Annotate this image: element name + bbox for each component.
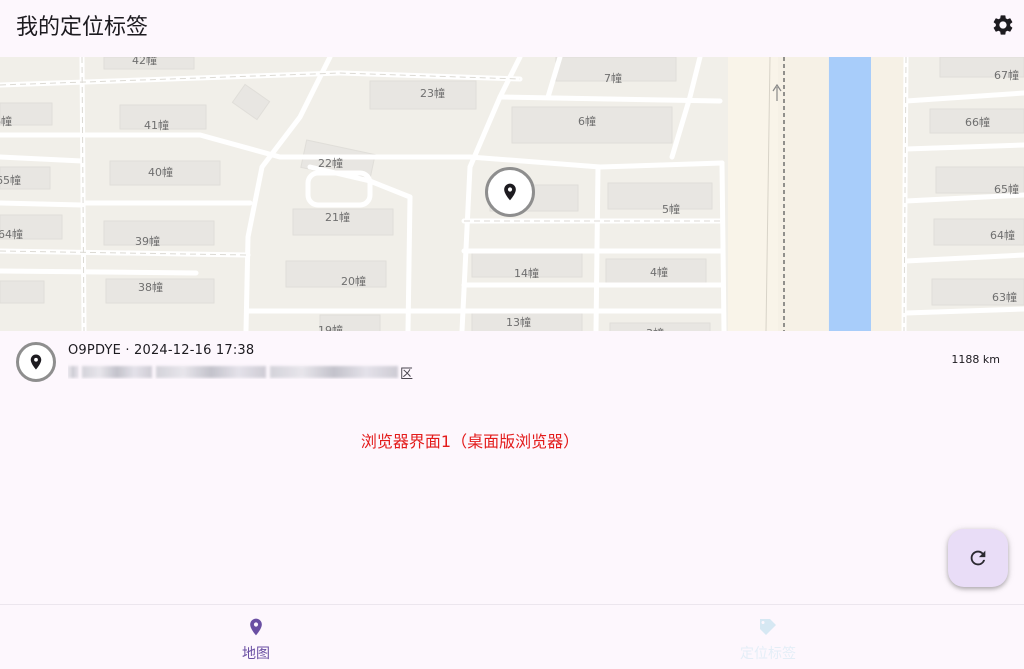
refresh-button[interactable] bbox=[948, 529, 1008, 587]
map-label: 21幢 bbox=[325, 211, 350, 224]
map-label: 3幢 bbox=[646, 325, 664, 331]
map-label: 4幢 bbox=[650, 266, 668, 279]
nav-label: 定位标签 bbox=[740, 646, 796, 662]
map-label: 22幢 bbox=[318, 157, 343, 170]
nav-label: 地图 bbox=[242, 646, 270, 662]
map-label: 39幢 bbox=[135, 235, 160, 248]
map-label: 5幢 bbox=[662, 203, 680, 216]
nav-item-tags[interactable]: 定位标签 bbox=[512, 605, 1024, 669]
tags-icon bbox=[760, 619, 776, 635]
redacted-text bbox=[82, 366, 152, 378]
tag-id: O9PDYE bbox=[68, 343, 121, 358]
map-label: 64幢 bbox=[990, 229, 1015, 242]
map-label: 41幢 bbox=[144, 119, 169, 132]
map-label: 13幢 bbox=[506, 316, 531, 329]
map-label: 64幢 bbox=[0, 228, 23, 241]
map-label: 7幢 bbox=[604, 72, 622, 85]
redacted-text bbox=[270, 366, 398, 378]
avatar bbox=[16, 342, 56, 382]
map-label: 65幢 bbox=[0, 174, 21, 187]
map-label: 6幢 bbox=[578, 115, 596, 128]
map-label: 42幢 bbox=[132, 57, 157, 67]
settings-button[interactable] bbox=[990, 12, 1016, 38]
app-bar: 我的定位标签 bbox=[0, 0, 1024, 57]
redacted-text bbox=[68, 366, 78, 378]
map-view[interactable]: 7幢 67幢 23幢 6幢 66幢 6幢 41幢 22幢 40幢 65幢 65幢… bbox=[0, 57, 1024, 331]
map-label: 40幢 bbox=[148, 166, 173, 179]
tag-address: 区 bbox=[68, 363, 418, 379]
refresh-icon bbox=[970, 550, 986, 566]
distance-label: 1188 km bbox=[951, 353, 1000, 366]
location-pin-icon bbox=[30, 354, 42, 370]
tag-timestamp: 2024-12-16 17:38 bbox=[134, 343, 255, 358]
map-label: 23幢 bbox=[420, 87, 445, 100]
bottom-navigation: 地图 定位标签 bbox=[0, 604, 1024, 669]
annotation-caption: 浏览器界面1（桌面版浏览器） bbox=[360, 432, 580, 451]
map-label: 14幢 bbox=[514, 267, 539, 280]
nav-item-map[interactable]: 地图 bbox=[0, 605, 512, 669]
location-pin-icon bbox=[504, 183, 516, 201]
map-label: 63幢 bbox=[992, 291, 1017, 304]
location-pin-icon bbox=[250, 618, 262, 636]
tag-title: O9PDYE · 2024-12-16 17:38 bbox=[68, 343, 254, 358]
map-label: 6幢 bbox=[0, 115, 12, 128]
map-label: 65幢 bbox=[994, 183, 1019, 196]
separator: · bbox=[121, 343, 134, 358]
page-title: 我的定位标签 bbox=[16, 15, 149, 40]
map-label: 38幢 bbox=[138, 281, 163, 294]
app-window: 我的定位标签 7幢 67幢 23幢 6幢 66幢 幢 41幢 22幢 40幢 5… bbox=[0, 0, 1024, 669]
map-label: 19幢 bbox=[318, 324, 343, 331]
gear-icon bbox=[993, 15, 1013, 35]
map-label: 66幢 bbox=[965, 116, 990, 129]
redacted-text bbox=[156, 366, 266, 378]
map-label: 20幢 bbox=[341, 275, 366, 288]
address-tail: 区 bbox=[400, 367, 414, 379]
tag-list-item[interactable]: O9PDYE · 2024-12-16 17:38 区 1188 km bbox=[0, 333, 1024, 389]
map-label: 67幢 bbox=[994, 69, 1019, 82]
location-marker[interactable] bbox=[485, 167, 535, 217]
